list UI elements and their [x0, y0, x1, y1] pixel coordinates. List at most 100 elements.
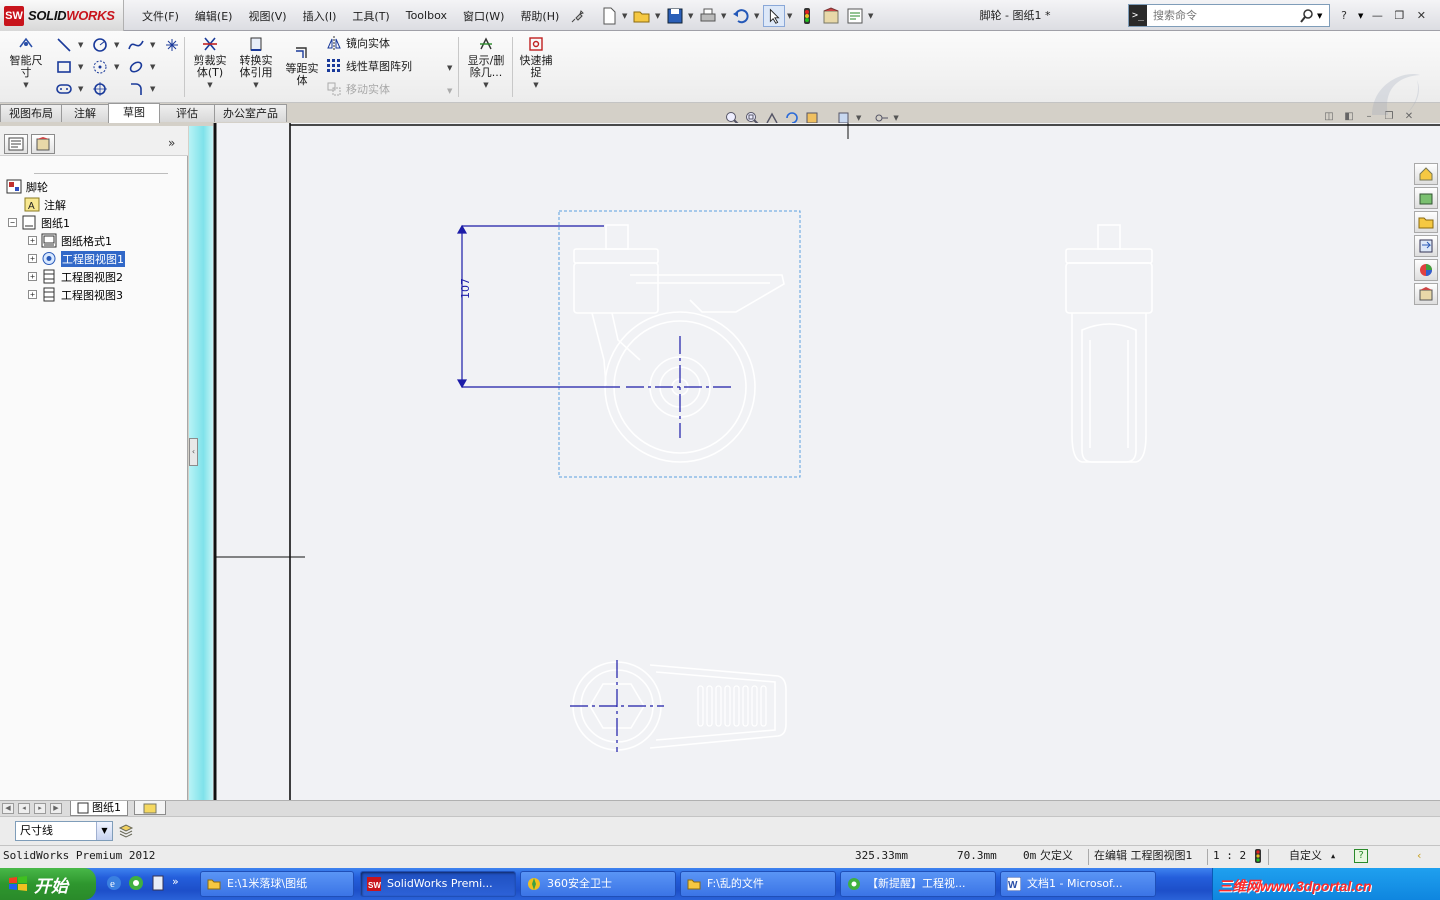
tree-item-drawing-view-1[interactable]: + 工程图视图1 — [28, 250, 125, 267]
solidworks-logo[interactable]: SW SOLIDWORKS — [0, 0, 124, 31]
polygon-icon[interactable] — [92, 59, 108, 75]
display-delete-relations-button[interactable]: 显示/删除几... ▼ — [462, 35, 510, 91]
ellipse-icon[interactable] — [128, 59, 144, 75]
last-sheet-icon[interactable]: ▶ — [50, 803, 62, 814]
options-dropdown-icon[interactable]: ▼ — [868, 12, 875, 20]
move-entities-button[interactable]: 移动实体 — [326, 81, 390, 97]
menu-view[interactable]: 视图(V) — [240, 8, 294, 24]
menu-edit[interactable]: 编辑(E) — [187, 8, 241, 24]
doc-close-icon[interactable]: ✕ — [1402, 112, 1416, 123]
sheet-tab-1[interactable]: 图纸1 — [70, 801, 128, 816]
ellipse-dropdown-icon[interactable]: ▼ — [150, 63, 155, 71]
sheet-scale[interactable]: 1 : 2 — [1213, 846, 1246, 866]
help-status-icon[interactable]: ? — [1354, 849, 1368, 863]
pin-icon[interactable] — [571, 9, 585, 23]
expand-icon[interactable]: + — [28, 272, 37, 281]
search-icon[interactable] — [1299, 8, 1315, 24]
quick-snaps-button[interactable]: 快速捕捉 ▼ — [514, 35, 558, 91]
tab-view-layout[interactable]: 视图布局 — [0, 104, 62, 122]
convert-dropdown-icon[interactable]: ▼ — [234, 79, 278, 91]
mirror-entities-button[interactable]: 镜向实体 — [326, 35, 390, 51]
menu-toolbox[interactable]: Toolbox — [398, 9, 455, 22]
tree-item-sheet-format[interactable]: + 图纸格式1 — [28, 232, 112, 249]
drawing-view-3[interactable] — [570, 660, 787, 752]
close-icon[interactable]: ✕ — [1413, 9, 1429, 23]
expand-icon[interactable]: + — [28, 254, 37, 263]
help-dropdown-icon[interactable]: ▼ — [1358, 12, 1363, 20]
start-button[interactable]: 开始 — [0, 868, 96, 900]
offset-entities-button[interactable]: 等距实体 — [280, 43, 324, 87]
appearances-tab[interactable] — [1414, 259, 1438, 281]
open-folder-icon[interactable] — [631, 5, 653, 27]
help-icon[interactable]: ? — [1336, 9, 1352, 23]
pattern-dropdown-icon[interactable]: ▼ — [447, 64, 452, 72]
feature-manager-tab[interactable] — [4, 134, 28, 154]
add-sheet-button[interactable] — [134, 801, 166, 815]
task-explorer-2[interactable]: F:\乱的文件 — [680, 871, 836, 897]
file-properties-icon[interactable] — [820, 5, 842, 27]
fillet-dropdown-icon[interactable]: ▼ — [150, 85, 155, 93]
quick-snaps-dropdown-icon[interactable]: ▼ — [514, 79, 558, 91]
cascade-icon[interactable]: ◧ — [1342, 112, 1356, 123]
tree-item-drawing-view-2[interactable]: + 工程图视图2 — [28, 268, 123, 285]
dimension-107[interactable] — [456, 224, 620, 389]
undo-dropdown-icon[interactable]: ▼ — [754, 12, 761, 20]
task-solidworks[interactable]: SW SolidWorks Premi... — [360, 871, 516, 897]
move-dropdown-icon[interactable]: ▼ — [447, 87, 452, 95]
slot-dropdown-icon[interactable]: ▼ — [78, 85, 83, 93]
task-word[interactable]: W 文档1 - Microsof... — [1000, 871, 1156, 897]
tab-sketch[interactable]: 草图 — [108, 103, 160, 123]
document-quicklaunch-icon[interactable] — [150, 875, 166, 891]
slot-icon[interactable] — [56, 81, 72, 97]
property-manager-tab[interactable] — [31, 134, 55, 154]
smart-dimension-button[interactable]: 智能尺寸 ▼ — [6, 35, 46, 91]
tree-item-drawing-view-3[interactable]: + 工程图视图3 — [28, 286, 123, 303]
tree-root-item[interactable]: 脚轮 — [6, 178, 48, 195]
quicklaunch-more-icon[interactable]: » — [172, 875, 179, 891]
unit-system[interactable]: 自定义 — [1289, 846, 1322, 866]
linear-pattern-button[interactable]: 线性草图阵列 — [326, 58, 412, 74]
print-dropdown-icon[interactable]: ▼ — [721, 12, 728, 20]
hide-show-dropdown-icon[interactable]: ▼ — [893, 114, 898, 122]
save-dropdown-icon[interactable]: ▼ — [688, 12, 695, 20]
first-sheet-icon[interactable]: ◀ — [2, 803, 14, 814]
panel-collapse-handle[interactable]: ‹ — [189, 438, 198, 466]
options-icon[interactable] — [844, 5, 866, 27]
minimize-icon[interactable]: — — [1369, 9, 1385, 23]
new-document-icon[interactable] — [598, 5, 620, 27]
layer-properties-icon[interactable] — [118, 823, 134, 838]
search-dropdown-icon[interactable]: ▼ — [1317, 12, 1322, 20]
select-cursor-icon[interactable] — [763, 5, 785, 27]
view-palette-tab[interactable] — [1414, 235, 1438, 257]
point-icon[interactable] — [164, 37, 180, 53]
menu-help[interactable]: 帮助(H) — [512, 8, 567, 24]
expand-icon[interactable]: + — [28, 236, 37, 245]
search-input[interactable] — [1147, 9, 1297, 22]
layer-dropdown-icon[interactable]: ▼ — [96, 822, 112, 840]
rebuild-traffic-light-icon[interactable] — [796, 5, 818, 27]
print-icon[interactable] — [697, 5, 719, 27]
rebuild-status-icon[interactable] — [1253, 849, 1263, 863]
circle-dropdown-icon[interactable]: ▼ — [114, 41, 119, 49]
relations-dropdown-icon[interactable]: ▼ — [462, 79, 510, 91]
browser-360-icon[interactable] — [128, 875, 144, 891]
tab-evaluate[interactable]: 评估 — [159, 104, 215, 122]
task-explorer-1[interactable]: E:\1米落球\图纸 — [200, 871, 354, 897]
smart-dimension-dropdown-icon[interactable]: ▼ — [6, 79, 46, 91]
save-icon[interactable] — [664, 5, 686, 27]
open-dropdown-icon[interactable]: ▼ — [655, 12, 662, 20]
restore-icon[interactable]: ❐ — [1391, 9, 1407, 23]
design-library-tab[interactable] — [1414, 187, 1438, 209]
rectangle-icon[interactable] — [56, 59, 72, 75]
drawing-view-1[interactable]: 107 — [456, 210, 801, 478]
task-360-security[interactable]: 360安全卫士 — [520, 871, 676, 897]
circle-icon[interactable] — [92, 37, 108, 53]
convert-entities-button[interactable]: 转换实体引用 ▼ — [234, 35, 278, 91]
centerpoint-arc-icon[interactable] — [92, 81, 108, 97]
drawing-canvas[interactable]: 107 — [213, 123, 1440, 800]
line-dropdown-icon[interactable]: ▼ — [78, 41, 83, 49]
trim-dropdown-icon[interactable]: ▼ — [188, 79, 232, 91]
rectangle-dropdown-icon[interactable]: ▼ — [78, 63, 83, 71]
prev-sheet-icon[interactable]: ◂ — [18, 803, 30, 814]
line-icon[interactable] — [56, 37, 72, 53]
